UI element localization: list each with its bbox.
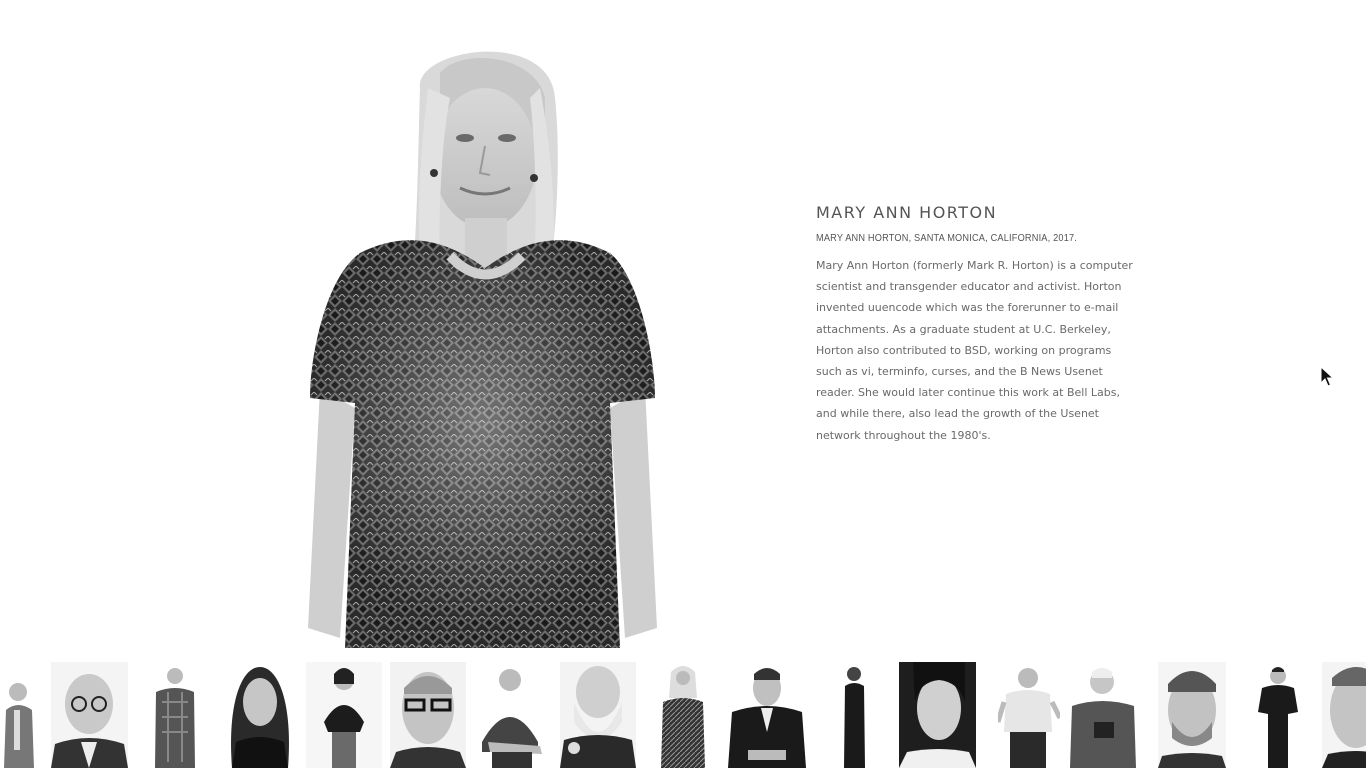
portrait-thumbnail[interactable]	[560, 662, 636, 768]
portrait-page: MARY ANN HORTON MARY ANN HORTON, SANTA M…	[0, 0, 1366, 768]
portrait-thumbnail[interactable]	[51, 662, 128, 768]
portrait-thumbnail[interactable]	[150, 662, 200, 768]
portrait-thumbnail[interactable]	[390, 662, 466, 768]
portrait-thumbnail[interactable]	[0, 662, 38, 768]
profile-bio: Mary Ann Horton (formerly Mark R. Horton…	[816, 259, 1133, 442]
portrait-thumbnail[interactable]	[222, 662, 298, 768]
profile-info-panel: MARY ANN HORTON MARY ANN HORTON, SANTA M…	[816, 202, 1136, 446]
portrait-thumbnail-strip	[0, 662, 1366, 768]
portrait-thumbnail[interactable]	[998, 662, 1060, 768]
portrait-thumbnail[interactable]	[478, 662, 548, 768]
portrait-thumbnail[interactable]	[832, 662, 876, 768]
portrait-thumbnail[interactable]	[1322, 662, 1366, 768]
portrait-thumbnail[interactable]	[1158, 662, 1226, 768]
photo-caption: MARY ANN HORTON, SANTA MONICA, CALIFORNI…	[816, 233, 1078, 244]
mouse-cursor-icon	[1320, 365, 1335, 388]
main-portrait-photo	[300, 28, 665, 648]
portrait-thumbnail[interactable]	[1066, 662, 1140, 768]
portrait-thumbnail[interactable]	[899, 662, 976, 768]
portrait-thumbnail[interactable]	[728, 662, 806, 768]
profile-name: MARY ANN HORTON	[816, 203, 998, 222]
portrait-thumbnail[interactable]	[1254, 662, 1302, 768]
portrait-thumbnail[interactable]	[655, 662, 711, 768]
portrait-thumbnail[interactable]	[306, 662, 382, 768]
